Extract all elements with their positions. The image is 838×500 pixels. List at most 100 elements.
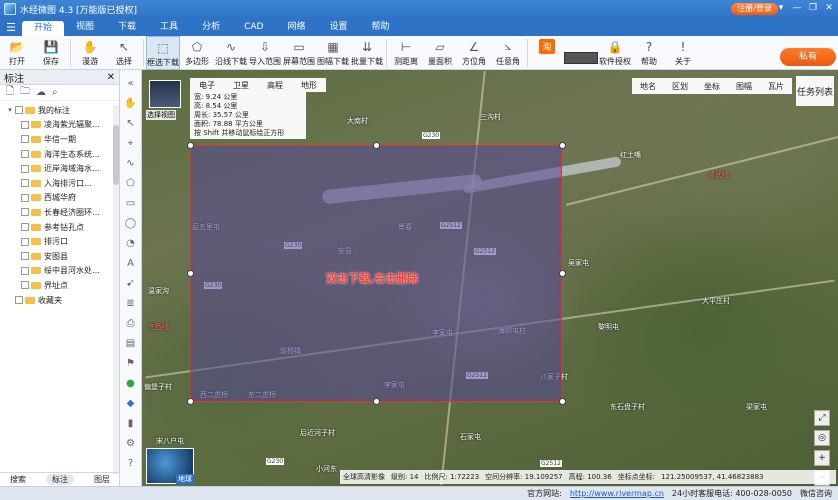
locate-icon[interactable]: ◎ xyxy=(814,430,830,446)
marker-icon[interactable]: ⌖ xyxy=(124,136,138,150)
tree-item[interactable]: 西城华府 xyxy=(0,191,119,206)
toolbar-button[interactable]: ∿ 沿线下载 xyxy=(214,36,248,70)
panel-scrollbar[interactable] xyxy=(113,105,119,475)
cloud-icon[interactable]: ☁ xyxy=(36,87,46,98)
toolbar-button[interactable]: ↖ 选择 xyxy=(107,36,141,70)
panel-close-icon[interactable]: ✕ xyxy=(107,72,115,83)
layer-toggle[interactable]: 地名 xyxy=(640,81,656,92)
toolbar-button[interactable]: ⊢ 测距离 xyxy=(389,36,423,70)
task-list-button[interactable]: 任务列表 xyxy=(796,76,834,106)
shield-icon[interactable]: ◆ xyxy=(124,396,138,410)
login-button[interactable]: 注册/登录 xyxy=(731,3,778,15)
pointer-icon[interactable]: ↖ xyxy=(124,116,138,130)
checkbox[interactable] xyxy=(15,296,23,305)
toolbar-button[interactable]: ▭ 屏幕范围 xyxy=(282,36,316,70)
ok-icon[interactable]: ● xyxy=(124,376,138,390)
map-canvas[interactable]: 大南村三沟村红土嘴后五里屯景春安县吴家屯温家沟大平庄村黎明屯李家屯海顺屯村前杨镇… xyxy=(142,70,838,486)
toolbar-button[interactable]: ⬚ 框选下载 xyxy=(146,36,180,70)
maximize-icon[interactable]: ❐ xyxy=(808,2,818,14)
checkbox[interactable] xyxy=(21,135,29,144)
panel-tab[interactable]: 搜索 xyxy=(10,474,26,485)
menu-item[interactable]: 开始 xyxy=(22,21,65,36)
toolbar-button[interactable]: 📂 打开 xyxy=(0,36,34,70)
menu-item[interactable]: 分析 xyxy=(190,18,232,36)
help-icon[interactable]: ? xyxy=(124,456,138,470)
site-link[interactable]: http://www.rivermap.cn xyxy=(570,487,664,500)
toolbar-button[interactable]: ! 关于 xyxy=(666,36,700,70)
tree-item[interactable]: 界址点 xyxy=(0,278,119,293)
checkbox[interactable] xyxy=(21,120,29,129)
checkbox[interactable] xyxy=(21,237,29,246)
hamburger-icon[interactable]: ☰ xyxy=(0,21,22,34)
menu-item[interactable]: 设置 xyxy=(317,18,359,36)
sector-icon[interactable]: ◔ xyxy=(124,236,138,250)
close-icon[interactable]: ✕ xyxy=(824,2,834,14)
toolbar-button[interactable]: ▱ 量面积 xyxy=(423,36,457,70)
menu-item[interactable]: 工具 xyxy=(148,18,190,36)
polygon-icon[interactable]: ⬠ xyxy=(124,176,138,190)
checkbox[interactable] xyxy=(15,106,23,115)
settings-icon[interactable]: ⚙ xyxy=(124,436,138,450)
checkbox[interactable] xyxy=(21,179,29,188)
promo-button[interactable]: 私有 xyxy=(780,48,836,66)
tree-item[interactable]: 排污口 xyxy=(0,234,119,249)
tree-favorites[interactable]: 收藏夹 xyxy=(0,293,119,308)
toolbar-button[interactable]: ⦣ 任意角 xyxy=(491,36,525,70)
toolbar-button[interactable]: ⇩ 导入范围 xyxy=(248,36,282,70)
toolbar-button[interactable]: 🔒 软件授权 xyxy=(598,36,632,70)
toolbar-button[interactable]: 💾 保存 xyxy=(34,36,68,70)
tree-item[interactable]: 安图县 xyxy=(0,249,119,264)
tree-item[interactable]: 绥中县河水处… xyxy=(0,264,119,279)
tree-item[interactable]: 参考钻孔点 xyxy=(0,220,119,235)
zoom-in-icon[interactable]: + xyxy=(814,450,830,466)
text-icon[interactable]: A xyxy=(124,256,138,270)
map-type-tab[interactable]: 电子 xyxy=(199,80,215,91)
new-folder-icon[interactable]: 🗀 xyxy=(20,84,30,101)
collapse-arrow-icon[interactable]: « xyxy=(124,76,138,90)
hand-icon[interactable]: ✋ xyxy=(124,96,138,110)
resize-handle[interactable] xyxy=(187,142,194,149)
color-swatch[interactable] xyxy=(564,52,598,64)
map-type-tab[interactable]: 地形 xyxy=(301,80,317,91)
layer-toggle[interactable]: 图幅 xyxy=(736,81,752,92)
resize-handle[interactable] xyxy=(559,270,566,277)
menu-item[interactable]: 帮助 xyxy=(359,18,401,36)
checkbox[interactable] xyxy=(21,164,29,173)
checkbox[interactable] xyxy=(21,193,29,202)
toolbar-button[interactable]: ✋ 漫游 xyxy=(73,36,107,70)
tree-item[interactable]: 海洋生态系统… xyxy=(0,147,119,162)
checkbox[interactable] xyxy=(21,266,29,275)
tree-root[interactable]: ▾ 我的标注 xyxy=(0,103,119,118)
tree-item[interactable]: 入海排污口… xyxy=(0,176,119,191)
wechat-link[interactable]: 微信咨询 xyxy=(800,487,832,500)
tree-item[interactable]: 凌海紫光辐聚… xyxy=(0,118,119,133)
tree-item[interactable]: 长春经济圈环… xyxy=(0,205,119,220)
resize-handle[interactable] xyxy=(559,142,566,149)
circle-icon[interactable]: ◯ xyxy=(124,216,138,230)
resize-handle[interactable] xyxy=(373,142,380,149)
fullscreen-icon[interactable]: ⤢ xyxy=(814,410,830,426)
window-menu-icon[interactable]: ▾ xyxy=(776,2,786,14)
menu-item[interactable]: 视图 xyxy=(64,18,106,36)
menu-item[interactable]: 网络 xyxy=(275,18,317,36)
map-type-tab[interactable]: 卫星 xyxy=(233,80,249,91)
book-icon[interactable]: ▮ xyxy=(124,416,138,430)
checkbox[interactable] xyxy=(21,281,29,290)
layer-toggle[interactable]: 瓦片 xyxy=(768,81,784,92)
panel-tab[interactable]: 图层 xyxy=(94,474,110,485)
toolbar-button[interactable]: ⇊ 批量下载 xyxy=(350,36,384,70)
line-icon[interactable]: ∿ xyxy=(124,156,138,170)
menu-item[interactable]: 下载 xyxy=(106,18,148,36)
resize-handle[interactable] xyxy=(559,398,566,405)
arrow-icon[interactable]: ➹ xyxy=(124,276,138,290)
new-file-icon[interactable]: 🗋 xyxy=(6,84,14,101)
map-type-tab[interactable]: 高程 xyxy=(267,80,283,91)
rectangle-icon[interactable]: ▭ xyxy=(124,196,138,210)
stamp-icon[interactable]: ▤ xyxy=(124,336,138,350)
toolbar-button[interactable]: ▦ 图幅下载 xyxy=(316,36,350,70)
collapse-icon[interactable]: ▾ xyxy=(6,106,14,114)
tree-item[interactable]: 华信一期 xyxy=(0,132,119,147)
toolbar-button[interactable]: ∠ 方位角 xyxy=(457,36,491,70)
layer-toggle[interactable]: 区划 xyxy=(672,81,688,92)
taobao-button[interactable]: 淘 xyxy=(530,36,564,70)
